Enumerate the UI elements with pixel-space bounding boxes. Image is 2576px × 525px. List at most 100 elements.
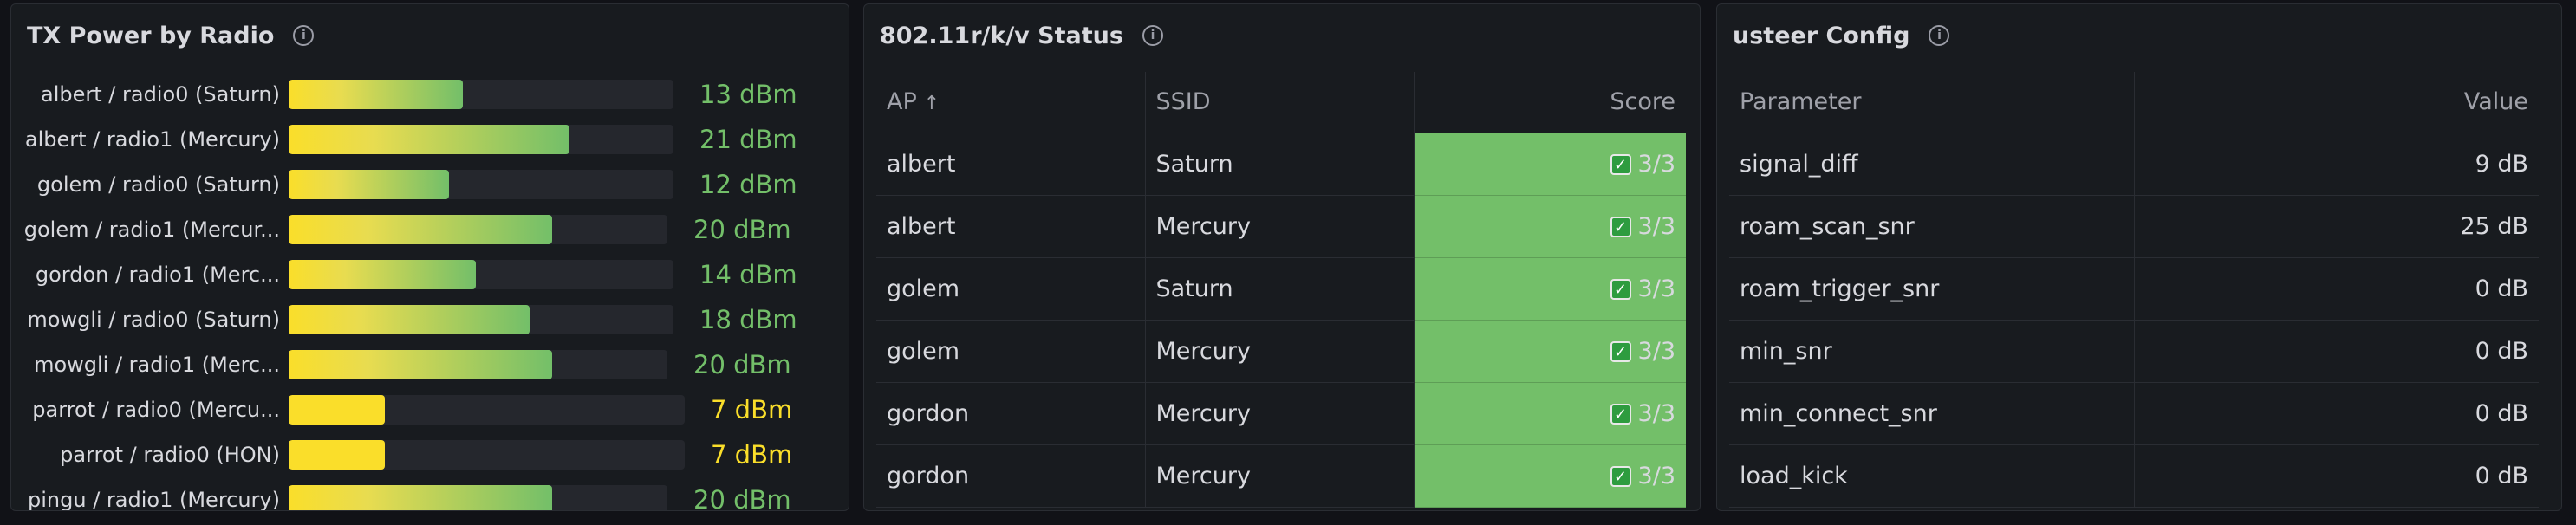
table-row: albert Mercury ✓ 3/3	[876, 195, 1686, 258]
table-row: albert Saturn ✓ 3/3	[876, 133, 1686, 196]
score-value: 3/3	[1637, 212, 1675, 240]
column-header-score[interactable]: Score	[1414, 72, 1686, 133]
roaming-status-panel: 802.11r/k/v Status i AP ↑ SSID Score albe…	[863, 3, 1701, 511]
cell-parameter: signal_diff	[1729, 133, 2135, 196]
cell-ssid: Mercury	[1145, 382, 1415, 445]
cell-ssid: Saturn	[1145, 257, 1415, 321]
cell-parameter: min_connect_snr	[1729, 382, 2135, 445]
score-value: 3/3	[1637, 399, 1675, 427]
check-mark-icon: ✓	[1610, 466, 1631, 487]
bar-fill	[289, 260, 476, 289]
table-row: gordon Mercury ✓ 3/3	[876, 382, 1686, 445]
bar-row: albert / radio1 (Mercury) 21 dBm	[11, 117, 849, 162]
bar-track	[289, 125, 673, 154]
bar-label: pingu / radio1 (Mercury)	[28, 488, 280, 511]
column-header-ssid[interactable]: SSID	[1145, 72, 1415, 133]
table-row: load_kick 0 dB	[1729, 444, 2539, 508]
bar-label: albert / radio1 (Mercury)	[24, 127, 280, 152]
usteer-table: Parameter Value signal_diff 9 dB roam_scan…	[1729, 72, 2539, 508]
table-row: roam_scan_snr 25 dB	[1729, 195, 2539, 258]
cell-ap: golem	[876, 320, 1146, 383]
cell-ssid: Mercury	[1145, 444, 1415, 508]
bar-label: mowgli / radio1 (Merc...	[34, 353, 280, 377]
score-value: 3/3	[1637, 337, 1675, 365]
cell-parameter: roam_scan_snr	[1729, 195, 2135, 258]
cell-score: ✓ 3/3	[1414, 382, 1686, 445]
bar-value: 20 dBm	[693, 485, 791, 511]
cell-ap: gordon	[876, 382, 1146, 445]
bar-row: parrot / radio0 (Mercu... 7 dBm	[11, 387, 849, 432]
bar-label: golem / radio0 (Saturn)	[36, 172, 280, 197]
check-mark-icon: ✓	[1610, 341, 1631, 362]
cell-value: 0 dB	[2134, 444, 2539, 508]
cell-ssid: Mercury	[1145, 195, 1415, 258]
bar-value: 20 dBm	[693, 350, 791, 379]
cell-ssid: Mercury	[1145, 320, 1415, 383]
cell-value: 0 dB	[2134, 257, 2539, 321]
bar-track	[289, 80, 673, 109]
bar-label: albert / radio0 (Saturn)	[41, 82, 280, 107]
tx-power-title: TX Power by Radio	[27, 22, 275, 49]
cell-ap: golem	[876, 257, 1146, 321]
bar-label: mowgli / radio0 (Saturn)	[27, 308, 280, 332]
column-header-parameter[interactable]: Parameter	[1729, 72, 2135, 133]
score-value: 3/3	[1637, 150, 1675, 178]
cell-score: ✓ 3/3	[1414, 195, 1686, 258]
usteer-config-panel: usteer Config i Parameter Value signal_d…	[1716, 3, 2562, 511]
cell-ap: gordon	[876, 444, 1146, 508]
info-icon[interactable]: i	[293, 25, 315, 46]
bar-row: golem / radio0 (Saturn) 12 dBm	[11, 162, 849, 207]
bar-row: albert / radio0 (Saturn) 13 dBm	[11, 72, 849, 117]
cell-score: ✓ 3/3	[1414, 444, 1686, 508]
cell-value: 0 dB	[2134, 382, 2539, 445]
bar-row: golem / radio1 (Mercur... 20 dBm	[11, 207, 849, 252]
score-value: 3/3	[1637, 275, 1675, 302]
arrow-up-icon[interactable]: ↑	[924, 93, 940, 114]
table-row: signal_diff 9 dB	[1729, 133, 2539, 196]
table-row: gordon Mercury ✓ 3/3	[876, 444, 1686, 508]
check-mark-icon: ✓	[1610, 279, 1631, 300]
bar-label: gordon / radio1 (Merc...	[35, 262, 280, 287]
cell-value: 25 dB	[2134, 195, 2539, 258]
cell-ssid: Saturn	[1145, 133, 1415, 196]
bar-row: mowgli / radio1 (Merc... 20 dBm	[11, 342, 849, 387]
bar-track	[289, 395, 685, 425]
bar-label: parrot / radio0 (Mercu...	[32, 398, 280, 422]
table-row: min_snr 0 dB	[1729, 320, 2539, 383]
column-header-value[interactable]: Value	[2134, 72, 2539, 133]
bar-value: 14 dBm	[699, 260, 797, 289]
bar-fill	[289, 350, 552, 379]
bar-label: parrot / radio0 (HON)	[60, 443, 280, 467]
cell-parameter: roam_trigger_snr	[1729, 257, 2135, 321]
check-mark-icon: ✓	[1610, 217, 1631, 237]
bar-value: 21 dBm	[699, 125, 797, 154]
cell-ap: albert	[876, 195, 1146, 258]
bar-track	[289, 170, 673, 199]
usteer-title: usteer Config	[1733, 22, 1910, 49]
table-row: roam_trigger_snr 0 dB	[1729, 257, 2539, 321]
bar-fill	[289, 395, 385, 425]
bar-fill	[289, 215, 552, 244]
bar-label: golem / radio1 (Mercur...	[23, 217, 280, 242]
bar-row: parrot / radio0 (HON) 7 dBm	[11, 432, 849, 477]
table-row: min_connect_snr 0 dB	[1729, 382, 2539, 445]
column-header-ap[interactable]: AP ↑	[876, 72, 1146, 133]
bar-fill	[289, 125, 569, 154]
bar-value: 7 dBm	[711, 440, 793, 470]
check-mark-icon: ✓	[1610, 154, 1631, 175]
info-icon[interactable]: i	[1929, 25, 1950, 46]
bar-row: gordon / radio1 (Merc... 14 dBm	[11, 252, 849, 297]
bar-fill	[289, 170, 449, 199]
bar-track	[289, 260, 673, 289]
info-icon[interactable]: i	[1142, 25, 1163, 46]
bar-track	[289, 440, 685, 470]
cell-parameter: min_snr	[1729, 320, 2135, 383]
cell-score: ✓ 3/3	[1414, 320, 1686, 383]
bar-value: 12 dBm	[699, 170, 797, 199]
bar-track	[289, 305, 673, 334]
bar-fill	[289, 305, 530, 334]
status-table: AP ↑ SSID Score albert Saturn ✓ 3/3 albert Mer…	[876, 72, 1686, 508]
table-header-row: AP ↑ SSID Score	[876, 72, 1686, 133]
bar-value: 20 dBm	[693, 215, 791, 244]
bar-fill	[289, 440, 385, 470]
